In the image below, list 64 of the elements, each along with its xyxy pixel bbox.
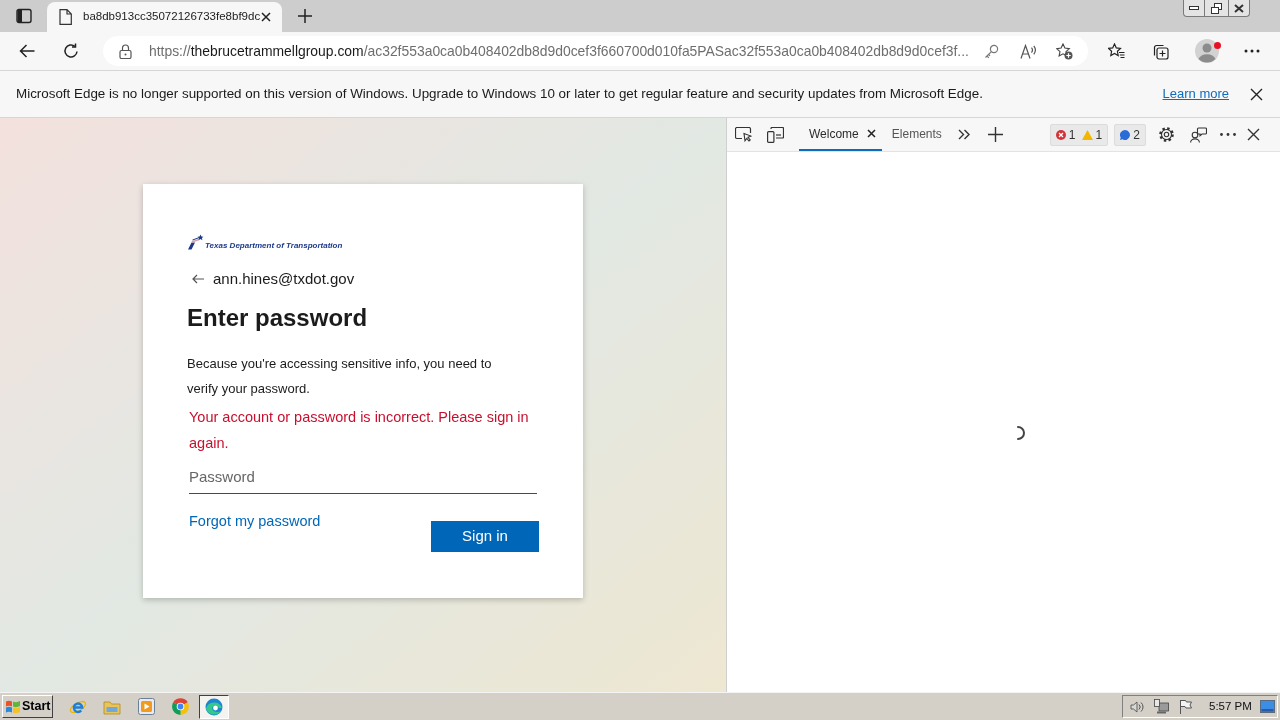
wave-logo-icon [205, 697, 223, 716]
address-field[interactable]: https://thebrucetrammellgroup.com/ac32f553a0ca0b408402db8d9d0cef3f660700d010fa5PASac32f553a0ca0b408402db8d9d0cef3f... [103, 36, 1088, 66]
page-heading: Enter password [187, 303, 368, 333]
refresh-icon[interactable] [63, 43, 79, 59]
computers-icon[interactable] [1154, 699, 1169, 714]
restore-button[interactable] [1205, 0, 1228, 17]
more-icon[interactable] [1244, 49, 1260, 53]
star-logo-icon [187, 234, 204, 250]
flag-icon[interactable] [1179, 699, 1192, 714]
sign-in-button[interactable]: Sign in [431, 521, 539, 552]
devtools-tab[interactable]: Welcome [799, 118, 882, 151]
devices-icon[interactable] [767, 126, 784, 143]
more-icon[interactable] [1219, 133, 1236, 136]
plus-icon[interactable] [298, 9, 312, 23]
url-text: https://thebrucetrammellgroup.com/ac32f553a0ca0b408402db8d9d0cef3f660700d010fa5PASac32f553a0ca0b408402db8d9d0cef3f... [149, 41, 969, 61]
star-plus-icon[interactable] [1056, 42, 1073, 60]
description-text: Because you're accessing sensitive info, you need to verify your password. [187, 355, 493, 398]
infobar-message: Microsoft Edge is no longer supported on this version of Windows. Upgrade to Windows 10 or later to get regular feature and security updates from Microsoft Edge. [16, 84, 983, 103]
error-message: Your account or password is incorrect. Please sign in again. [189, 408, 530, 453]
minimize-button[interactable] [1183, 0, 1205, 17]
back-arrow-icon[interactable] [192, 274, 204, 284]
panel-layout-icon[interactable] [16, 8, 32, 24]
avatar-icon[interactable] [1195, 39, 1219, 63]
devtools-tab[interactable]: Elements [882, 118, 946, 151]
close-icon [1234, 3, 1244, 13]
settings-icon[interactable] [1157, 126, 1175, 143]
forgot-password-link[interactable]: Forgot my password [189, 510, 321, 532]
close-window-button[interactable] [1228, 0, 1250, 17]
loading-spinner-icon [1017, 426, 1025, 440]
plus-icon[interactable] [987, 127, 1003, 142]
folder-icon [103, 698, 121, 715]
warning-icon [1081, 129, 1093, 140]
restore-icon [1211, 2, 1222, 14]
error-icon [1055, 129, 1066, 140]
speaker-icon[interactable] [1130, 699, 1145, 714]
back-icon[interactable] [19, 44, 35, 58]
speech-bubble-icon [1120, 129, 1131, 140]
star-list-icon[interactable] [1108, 43, 1125, 59]
stacked-squares-plus-icon[interactable] [1152, 42, 1169, 60]
lock-icon [119, 43, 132, 59]
letter-sound-icon[interactable] [1020, 43, 1037, 59]
browser-logo-icon [171, 698, 189, 715]
start-button[interactable]: Start [2, 695, 53, 718]
minimize-icon [1189, 6, 1199, 10]
browser-tab[interactable]: ba8db913cc35072126733fe8bf9dc [47, 2, 282, 32]
person-speech-icon[interactable] [1189, 126, 1207, 143]
issues-counter-button[interactable]: 1 1 [1049, 123, 1109, 146]
page-icon [59, 9, 72, 25]
key-icon[interactable] [984, 43, 999, 59]
play-icon [137, 698, 155, 715]
double-chevron-icon[interactable] [957, 129, 970, 140]
taskbar-button[interactable] [199, 694, 229, 719]
close-icon[interactable] [261, 12, 271, 22]
logo-text: Texas Department of Transportation [205, 242, 343, 250]
password-field[interactable]: Password [189, 460, 537, 494]
close-icon[interactable] [1250, 87, 1263, 101]
close-icon[interactable] [866, 129, 876, 138]
learn-more-link[interactable]: Learn more [1162, 84, 1229, 104]
account-email: ann.hines@txdot.gov [213, 268, 355, 289]
clock-text: 5:57 PM [1209, 698, 1252, 714]
issues-counter-button[interactable]: 2 [1114, 123, 1146, 146]
close-icon[interactable] [1246, 128, 1260, 141]
flag-logo-icon [5, 699, 21, 714]
screen-cursor-icon[interactable] [735, 127, 752, 142]
